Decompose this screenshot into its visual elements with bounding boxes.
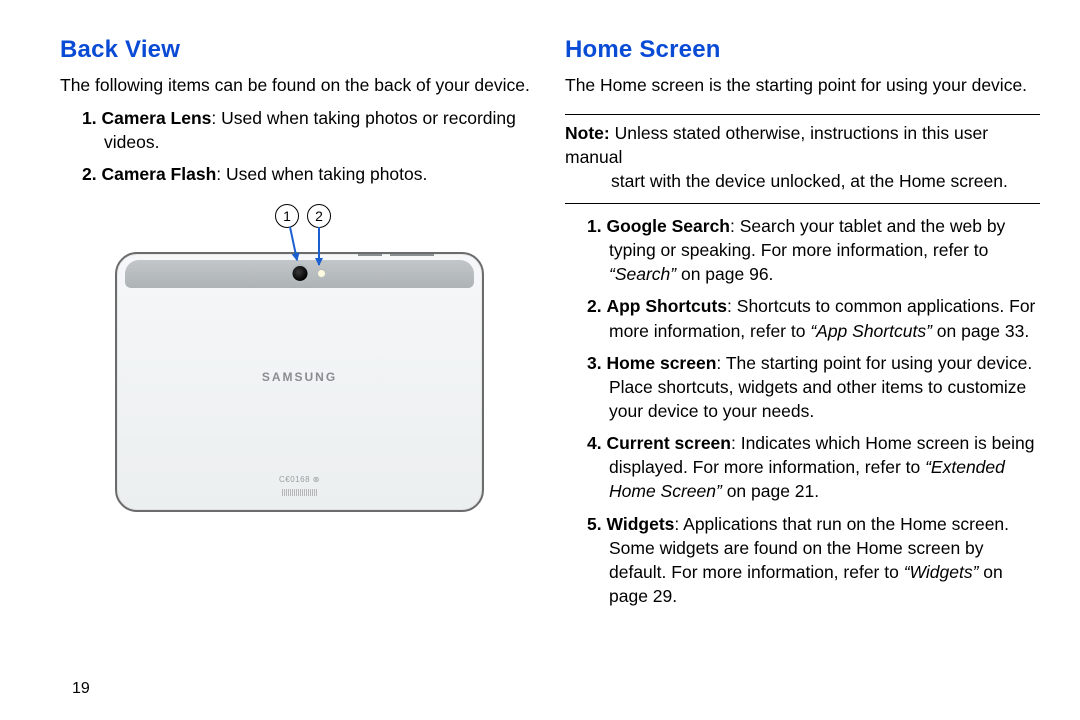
device-figure: 1 2 SAMSUNG C€0168 ⊗ (115, 204, 480, 512)
device-cert-label: C€0168 ⊗ (279, 475, 320, 484)
item-number: 3. (587, 353, 602, 373)
item-ref: “Widgets” (904, 562, 979, 582)
list-item: 2. Camera Flash: Used when taking photos… (82, 162, 535, 186)
note-block: Note: Unless stated otherwise, instructi… (565, 114, 1040, 204)
list-item: 3. Home screen: The starting point for u… (587, 351, 1040, 423)
item-term: Camera Flash (101, 164, 216, 184)
item-number: 5. (587, 514, 602, 534)
list-item: 2. App Shortcuts: Shortcuts to common ap… (587, 294, 1040, 342)
device-brand-label: SAMSUNG (262, 370, 337, 384)
list-item: 1. Google Search: Search your tablet and… (587, 214, 1040, 286)
device-back-illustration: SAMSUNG C€0168 ⊗ (115, 252, 484, 512)
callout-leader-line (318, 227, 320, 265)
item-desc: : Used when taking photos. (216, 164, 427, 184)
device-barcode-icon (282, 489, 318, 496)
list-item: 1. Camera Lens: Used when taking photos … (82, 106, 535, 154)
item-number: 4. (587, 433, 602, 453)
home-screen-list: 1. Google Search: Search your tablet and… (565, 214, 1040, 616)
item-number: 2. (82, 164, 97, 184)
item-term: Widgets (606, 514, 674, 534)
page-number: 19 (72, 680, 90, 698)
left-column: Back View The following items can be fou… (60, 30, 535, 690)
figure-callouts: 1 2 (115, 204, 480, 254)
callout-2: 2 (307, 204, 331, 228)
item-term: Home screen (606, 353, 716, 373)
item-desc-tail: on page 21. (722, 481, 819, 501)
back-view-heading: Back View (60, 36, 535, 64)
item-desc-tail: on page 33. (932, 321, 1029, 341)
right-column: Home Screen The Home screen is the start… (565, 30, 1040, 690)
item-number: 2. (587, 296, 602, 316)
item-number: 1. (82, 108, 97, 128)
manual-page: Back View The following items can be fou… (0, 0, 1080, 720)
home-screen-intro: The Home screen is the starting point fo… (565, 74, 1040, 98)
note-body-cont: start with the device unlocked, at the H… (565, 169, 1040, 193)
item-term: Google Search (606, 216, 730, 236)
item-ref: “Search” (609, 264, 676, 284)
list-item: 5. Widgets: Applications that run on the… (587, 512, 1040, 609)
item-term: App Shortcuts (606, 296, 727, 316)
camera-flash-icon (318, 270, 325, 277)
back-view-intro: The following items can be found on the … (60, 74, 535, 98)
item-term: Camera Lens (101, 108, 211, 128)
list-item: 4. Current screen: Indicates which Home … (587, 431, 1040, 503)
note-label: Note: (565, 123, 610, 143)
item-ref: “App Shortcuts” (810, 321, 932, 341)
callout-1: 1 (275, 204, 299, 228)
back-view-list: 1. Camera Lens: Used when taking photos … (60, 106, 535, 194)
item-term: Current screen (606, 433, 731, 453)
note-body: Unless stated otherwise, instructions in… (565, 123, 988, 167)
item-desc-tail: on page 96. (676, 264, 773, 284)
camera-lens-icon (292, 266, 307, 281)
item-number: 1. (587, 216, 602, 236)
home-screen-heading: Home Screen (565, 36, 1040, 64)
